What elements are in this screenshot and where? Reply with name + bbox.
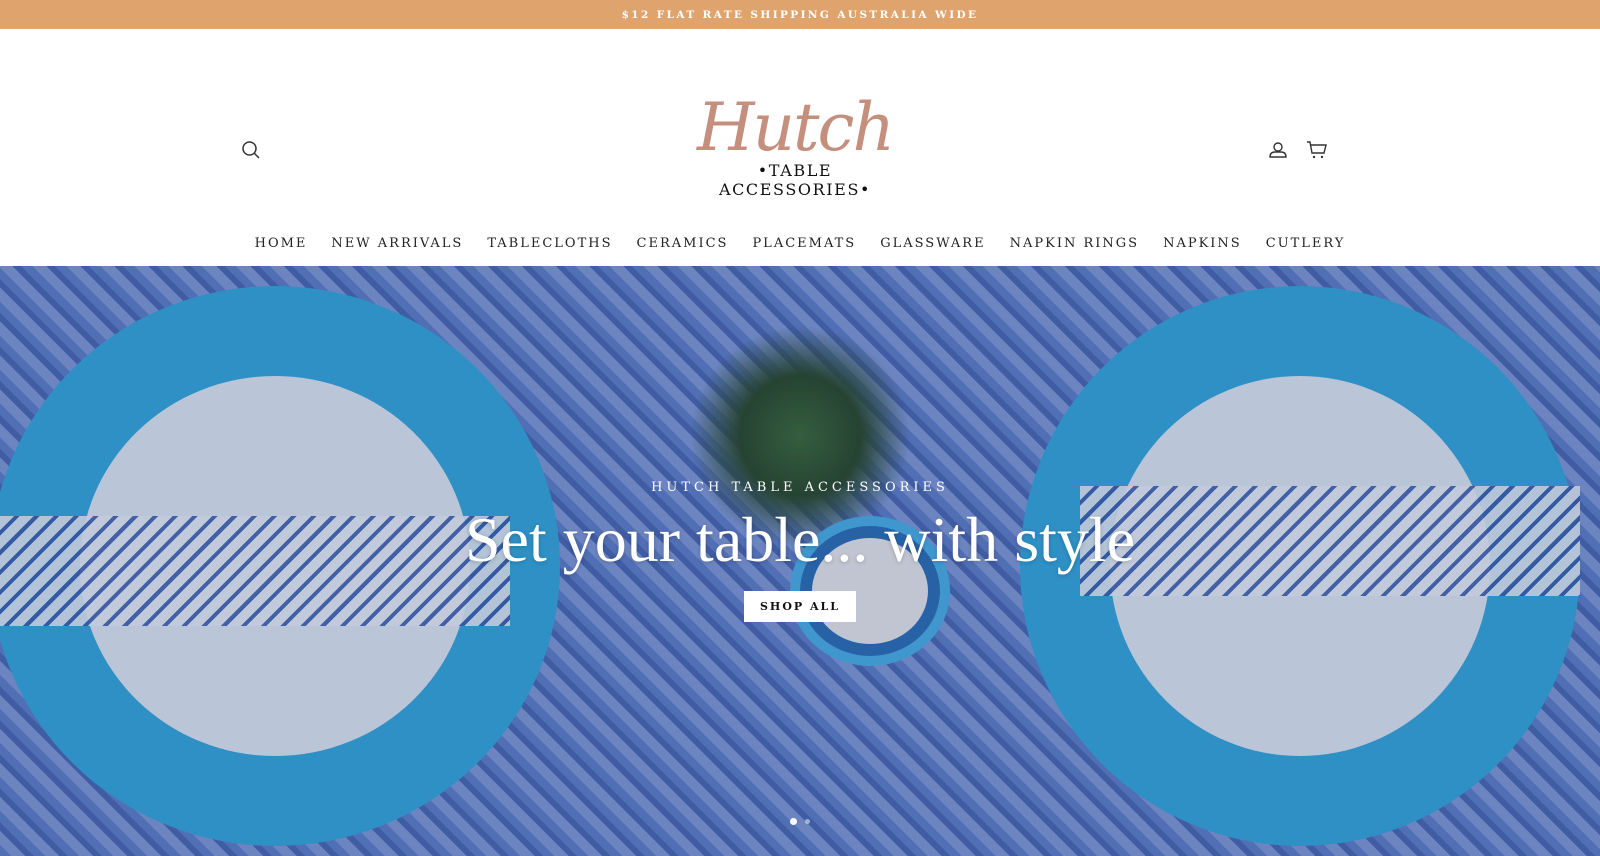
slide-dots xyxy=(790,818,810,825)
nav-glassware[interactable]: GLASSWARE xyxy=(880,229,985,258)
nav-home[interactable]: HOME xyxy=(255,229,308,258)
slide-dot-2[interactable] xyxy=(805,819,810,824)
nav-placemats[interactable]: PLACEMATS xyxy=(752,229,856,258)
nav-new-arrivals[interactable]: NEW ARRIVALS xyxy=(331,229,463,258)
slide-dot-1[interactable] xyxy=(790,818,797,825)
nav-napkin-rings[interactable]: NAPKIN RINGS xyxy=(1010,229,1139,258)
nav-cutlery[interactable]: CUTLERY xyxy=(1266,229,1346,258)
site-header: Hutch •TABLE ACCESSORIES• HOME NEW ARRIVA… xyxy=(0,29,1600,280)
logo[interactable]: Hutch •TABLE ACCESSORIES• xyxy=(680,89,910,200)
logo-script: Hutch xyxy=(696,89,895,166)
announcement-text: $12 FLAT RATE SHIPPING AUSTRALIA WIDE xyxy=(621,8,979,21)
announcement-bar: $12 FLAT RATE SHIPPING AUSTRALIA WIDE xyxy=(0,0,1600,29)
search-icon[interactable] xyxy=(240,139,262,161)
hero-kicker: HUTCH TABLE ACCESSORIES xyxy=(651,480,949,495)
shop-all-button[interactable]: SHOP ALL xyxy=(743,591,857,622)
hero-slideshow: HUTCH TABLE ACCESSORIES Set your table..… xyxy=(0,266,1600,856)
nav-ceramics[interactable]: CERAMICS xyxy=(637,229,729,258)
nav-tablecloths[interactable]: TABLECLOTHS xyxy=(487,229,612,258)
hero-headline: Set your table... with style xyxy=(464,504,1136,575)
logo-subtitle: •TABLE ACCESSORIES• xyxy=(718,161,872,199)
user-icon[interactable] xyxy=(1267,139,1289,161)
cart-icon[interactable] xyxy=(1306,139,1328,161)
nav-napkins[interactable]: NAPKINS xyxy=(1163,229,1242,258)
